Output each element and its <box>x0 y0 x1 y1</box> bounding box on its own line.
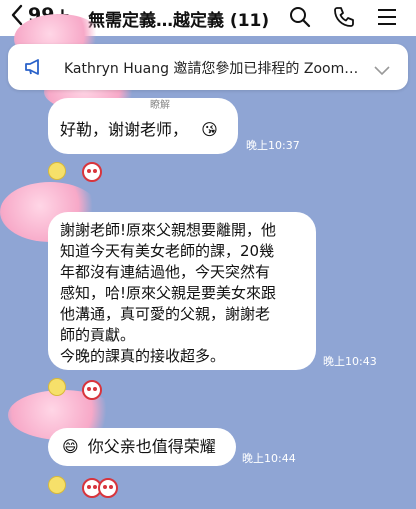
phone-icon[interactable] <box>332 5 356 33</box>
message-line: 師的貢獻。 <box>60 326 136 344</box>
message-line: 謝謝老師!原來父親想要離開，他 <box>60 221 277 239</box>
message-line: 他溝通，真可愛的父親，謝謝老 <box>60 305 271 323</box>
message-text: 你父亲也值得荣耀 <box>87 437 216 456</box>
kiss-emoji-icon: 😘 <box>201 120 218 139</box>
menu-icon[interactable] <box>376 5 398 33</box>
quoted-partial-text: 瞭解 <box>150 100 170 111</box>
reaction-face-icon[interactable] <box>98 478 118 498</box>
message-line: 知道今天有美女老師的課，20幾 <box>60 242 275 260</box>
message-time: 晚上10:43 <box>323 355 377 368</box>
message-text: 好勒，谢谢老师， <box>60 120 189 139</box>
notice-text: Kathryn Huang 邀請您參加已排程的 Zoom… <box>64 61 359 77</box>
message-line: 年都沒有連結過他，今天突然有 <box>60 263 271 281</box>
message-line: 感知，哈!原來父親是要美女來跟 <box>60 284 277 302</box>
search-icon[interactable] <box>288 5 312 33</box>
pinned-notice[interactable]: Kathryn Huang 邀請您參加已排程的 Zoom… <box>8 44 408 90</box>
smile-sticker-icon <box>48 476 66 494</box>
message-bubble[interactable]: 瞭解 好勒，谢谢老师， 😘 <box>48 98 238 154</box>
message-time: 晚上10:44 <box>242 452 296 465</box>
reaction-face-icon[interactable] <box>82 380 102 400</box>
message-bubble[interactable]: 謝謝老師!原來父親想要離開，他 知道今天有美女老師的課，20幾 年都沒有連結過他… <box>48 212 316 370</box>
smile-sticker-icon <box>48 378 66 396</box>
reaction-face-icon[interactable] <box>82 162 102 182</box>
message-time: 晚上10:37 <box>246 139 300 152</box>
megaphone-icon <box>24 58 44 80</box>
smile-sticker-icon <box>48 162 66 180</box>
message-bubble[interactable]: 😄 你父亲也值得荣耀 <box>48 428 236 466</box>
chat-title[interactable]: 無需定義…越定義 (11) <box>88 6 278 31</box>
back-chevron-icon <box>11 4 23 26</box>
chevron-down-icon[interactable] <box>374 61 390 80</box>
message-line: 今晚的課真的接收超多。 <box>60 347 226 365</box>
smile-emoji-icon: 😄 <box>62 437 79 456</box>
